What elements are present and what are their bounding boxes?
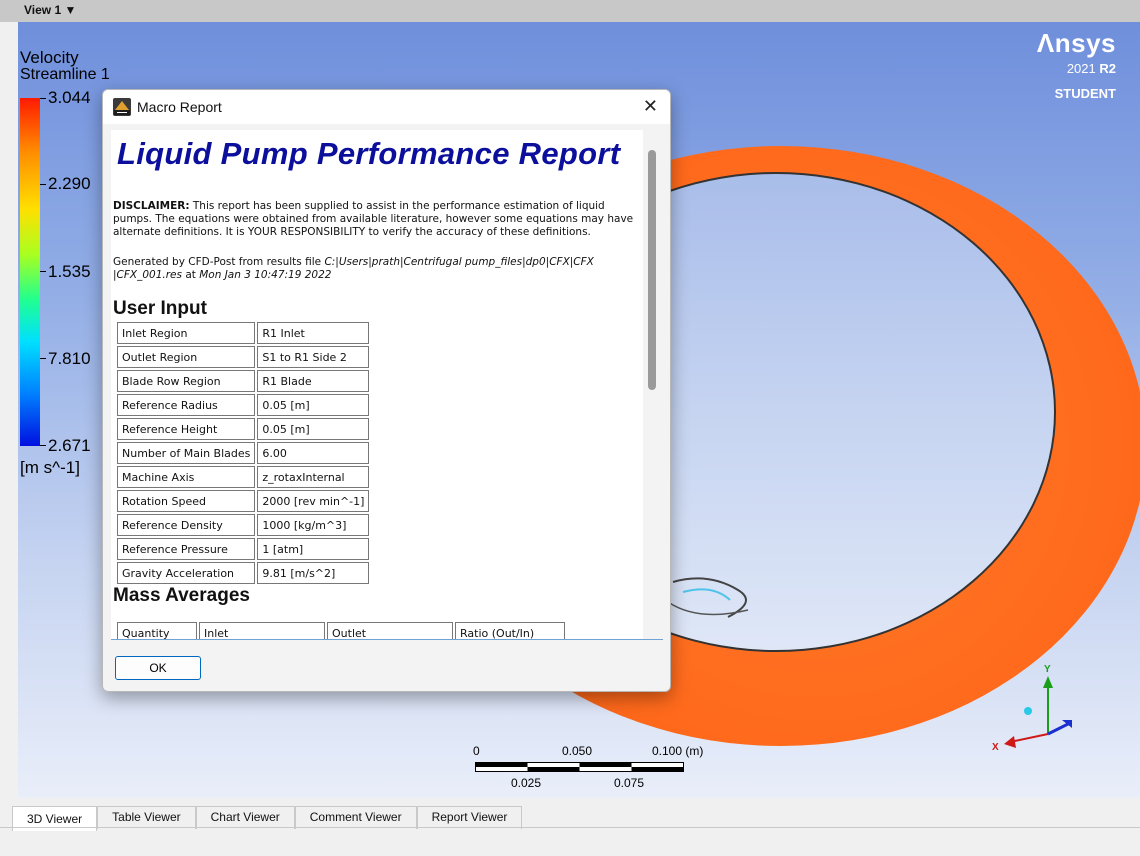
table-cell: Outlet Region	[117, 346, 256, 368]
scale-label: 0.050	[562, 744, 593, 758]
view-toolbar: View 1 ▼	[0, 0, 1140, 22]
legend-value-max: 3.044	[48, 88, 91, 107]
table-cell: 1000 [kg/m^3]	[257, 514, 370, 536]
legend-variable: Velocity	[20, 48, 79, 67]
table-header-row: Quantity Inlet Outlet Ratio (Out/In)	[117, 622, 565, 639]
view-selector-button[interactable]: View 1 ▼	[24, 3, 76, 17]
tab-chart-viewer[interactable]: Chart Viewer	[195, 806, 295, 829]
legend-value: 7.810	[48, 349, 91, 368]
table-cell: Gravity Acceleration	[117, 562, 256, 584]
scale-bar	[475, 762, 684, 772]
axis-x-label: X	[992, 742, 999, 753]
mass-averages-table: Quantity Inlet Outlet Ratio (Out/In)	[115, 620, 567, 639]
table-cell: Inlet Region	[117, 322, 256, 344]
generated-paragraph: Generated by CFD-Post from results file …	[113, 256, 637, 282]
table-cell: Reference Radius	[117, 394, 256, 416]
table-cell: 0.05 [m]	[257, 394, 370, 416]
viewer-tabs: 3D Viewer Table Viewer Chart Viewer Comm…	[12, 806, 523, 831]
table-row: Inlet Region R1 Inlet	[117, 322, 370, 344]
table-header-cell: Inlet	[199, 622, 325, 639]
table-row: Number of Main Blades 6.00	[117, 442, 370, 464]
table-row: Rotation Speed 2000 [rev min^-1]	[117, 490, 370, 512]
legend-value: 1.535	[48, 262, 91, 281]
table-row: Reference Radius 0.05 [m]	[117, 394, 370, 416]
length-scale: 0 0.050 0.100 (m) 0.025 0.075	[470, 740, 730, 798]
legend-object: Streamline 1	[20, 66, 110, 83]
version-year: 2021	[1066, 61, 1100, 76]
edition-label: STUDENT	[1054, 86, 1116, 101]
legend-tick	[40, 358, 46, 359]
generated-date: Mon Jan 3 10:47:19 2022	[199, 269, 332, 281]
table-row: Outlet Region S1 to R1 Side 2	[117, 346, 370, 368]
color-legend-bar	[20, 98, 40, 446]
legend-unit: [m s^-1]	[20, 458, 80, 477]
macro-report-dialog: Macro Report ✕ Liquid Pump Performance R…	[102, 89, 671, 692]
pst-app-icon	[113, 98, 131, 116]
impeller-streamlines	[668, 577, 749, 618]
scale-label: 0	[473, 744, 480, 758]
user-input-table: Inlet Region R1 Inlet Outlet Region S1 to …	[115, 320, 371, 586]
table-cell: R1 Inlet	[257, 322, 370, 344]
dialog-titlebar[interactable]: Macro Report ✕	[103, 90, 670, 124]
table-row: Blade Row Region R1 Blade	[117, 370, 370, 392]
table-cell: Reference Pressure	[117, 538, 256, 560]
table-header-cell: Outlet	[327, 622, 453, 639]
table-header-cell: Ratio (Out/In)	[455, 622, 565, 639]
table-cell: z_rotaxInternal	[257, 466, 370, 488]
tab-divider	[0, 827, 1140, 828]
ok-button[interactable]: OK	[115, 656, 201, 680]
legend-tick	[40, 98, 46, 99]
content-divider	[111, 639, 663, 640]
scale-label: 0.025	[511, 776, 542, 790]
report-content[interactable]: Liquid Pump Performance Report DISCLAIME…	[111, 130, 643, 639]
table-cell: R1 Blade	[257, 370, 370, 392]
disclaimer-paragraph: DISCLAIMER: This report has been supplie…	[113, 200, 637, 239]
table-cell: Number of Main Blades	[117, 442, 256, 464]
legend-tick	[40, 445, 46, 446]
legend-tick	[40, 184, 46, 185]
table-row: Machine Axis z_rotaxInternal	[117, 466, 370, 488]
axis-y-label: Y	[1044, 664, 1051, 675]
table-cell: 2000 [rev min^-1]	[257, 490, 370, 512]
table-cell: 1 [atm]	[257, 538, 370, 560]
close-icon[interactable]: ✕	[643, 96, 658, 117]
ansys-brand: Λnsys 2021 R2 STUDENT	[1037, 28, 1116, 101]
table-cell: Machine Axis	[117, 466, 256, 488]
scale-label: 0.075	[614, 776, 645, 790]
table-cell: 0.05 [m]	[257, 418, 370, 440]
table-row: Reference Density 1000 [kg/m^3]	[117, 514, 370, 536]
table-cell: Reference Density	[117, 514, 256, 536]
table-cell: Rotation Speed	[117, 490, 256, 512]
legend-value-min: 2.671	[48, 436, 91, 455]
disclaimer-text: This report has been supplied to assist …	[113, 200, 634, 238]
generated-mid: at	[181, 269, 200, 281]
table-row: Gravity Acceleration 9.81 [m/s^2]	[117, 562, 370, 584]
table-header-cell: Quantity	[117, 622, 197, 639]
report-title: Liquid Pump Performance Report	[117, 136, 621, 171]
mass-averages-heading: Mass Averages	[113, 585, 250, 606]
table-row: Reference Pressure 1 [atm]	[117, 538, 370, 560]
table-cell: 9.81 [m/s^2]	[257, 562, 370, 584]
table-cell: Reference Height	[117, 418, 256, 440]
ansys-logo: Λnsys	[1036, 28, 1116, 58]
disclaimer-label: DISCLAIMER:	[113, 200, 190, 212]
table-cell: Blade Row Region	[117, 370, 256, 392]
report-scrollbar[interactable]	[648, 150, 656, 390]
tab-report-viewer[interactable]: Report Viewer	[416, 806, 523, 829]
axis-triad: Y X	[992, 664, 1072, 753]
legend-tick	[40, 271, 46, 272]
legend-value: 2.290	[48, 174, 91, 193]
tab-comment-viewer[interactable]: Comment Viewer	[294, 806, 417, 829]
table-cell: 6.00	[257, 442, 370, 464]
dialog-title: Macro Report	[137, 99, 222, 115]
version-release: R2	[1099, 61, 1116, 76]
generated-prefix: Generated by CFD-Post from results file	[113, 256, 325, 268]
scale-label: 0.100 (m)	[652, 744, 704, 758]
table-row: Reference Height 0.05 [m]	[117, 418, 370, 440]
table-cell: S1 to R1 Side 2	[257, 346, 370, 368]
tab-table-viewer[interactable]: Table Viewer	[97, 806, 196, 829]
user-input-heading: User Input	[113, 298, 207, 319]
